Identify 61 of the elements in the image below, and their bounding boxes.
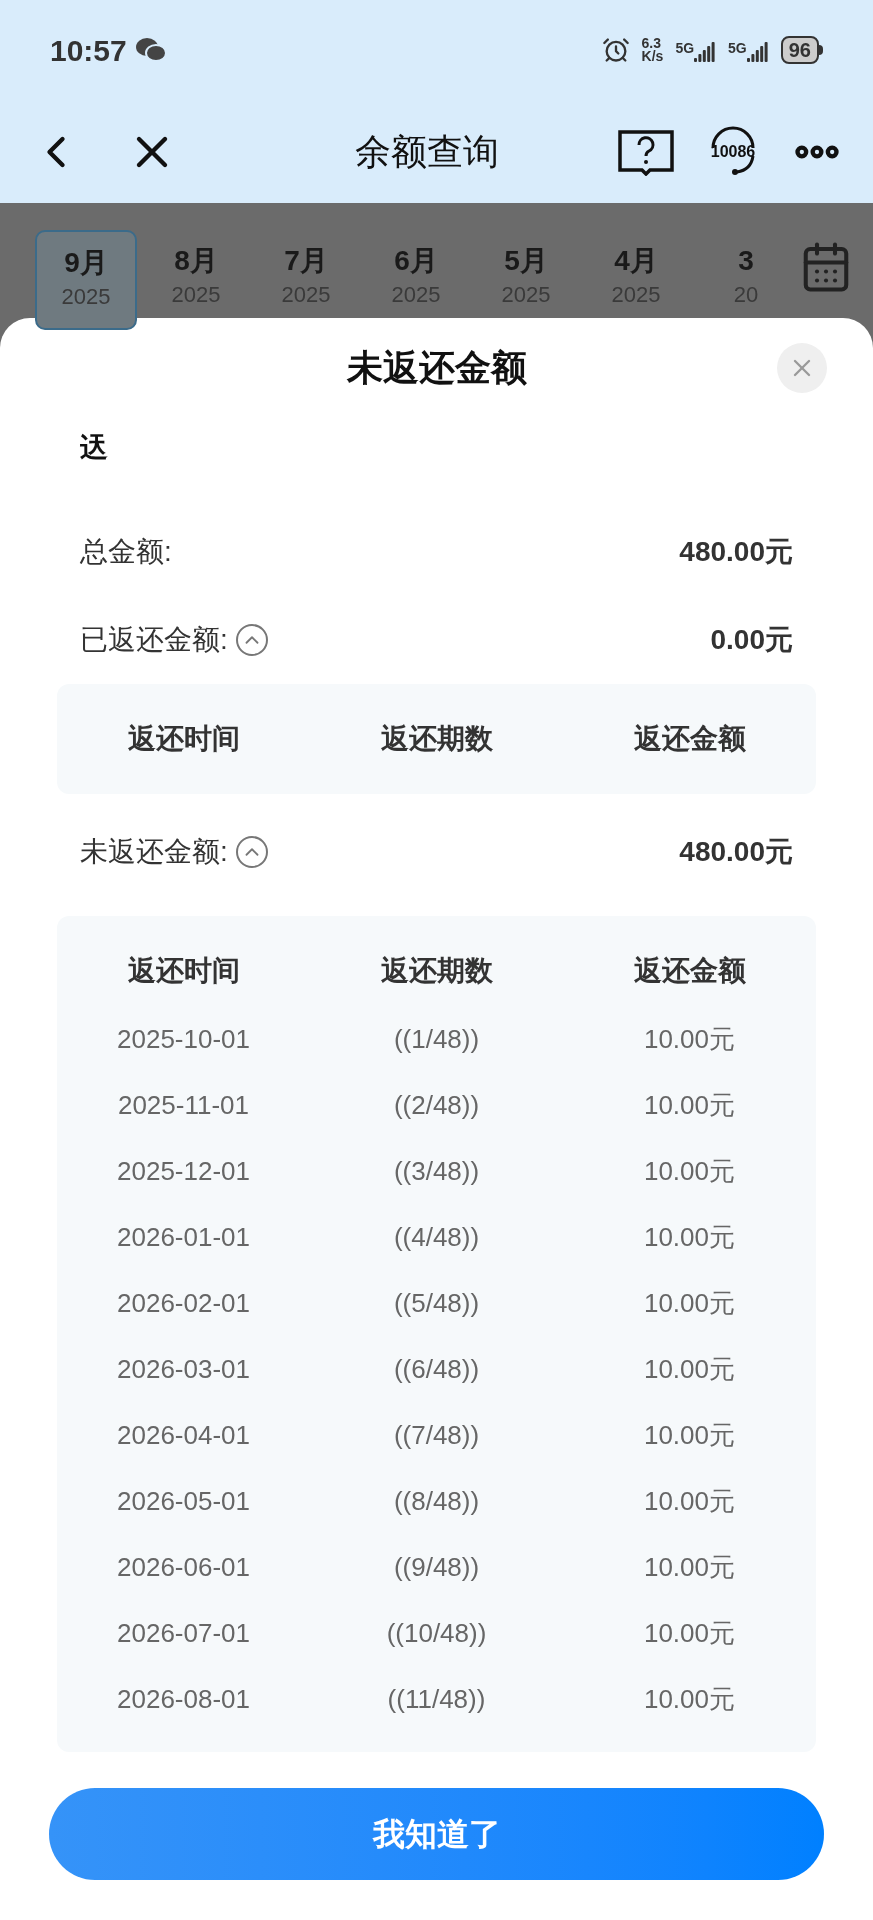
table-cell-text: 10.00元 — [642, 1682, 737, 1716]
row-value: 480.00元 — [679, 835, 793, 869]
table-cell-text: ((9/48)) — [392, 1550, 481, 1584]
table-cell-text: 10.00元 — [642, 1418, 737, 1452]
network-speed: 6.3 — [641, 37, 662, 50]
table-cell-text: ((11/48)) — [386, 1682, 487, 1716]
table-cell-text: 2026-04-01 — [116, 1418, 251, 1452]
table-cell-text: 2026-07-01 — [116, 1616, 251, 1650]
row-value: 480.00元 — [679, 535, 793, 569]
column-header: 返还金额 — [632, 954, 747, 988]
battery-level: 96 — [780, 36, 819, 64]
table-cell-text: 10.00元 — [642, 1286, 737, 1320]
table-cell-text: 2026-03-01 — [116, 1352, 251, 1386]
network-type: 5G — [675, 39, 695, 58]
table-cell-text: 2026-08-01 — [116, 1682, 251, 1716]
month-tab[interactable]: 9月 2025 — [35, 230, 137, 330]
collapse-icon[interactable] — [235, 836, 268, 868]
table-cell-text: ((8/48)) — [392, 1484, 481, 1518]
table-cell-text: 2025-11-01 — [116, 1088, 251, 1122]
table-cell-text: 10.00元 — [642, 1220, 737, 1254]
row-value: 0.00元 — [710, 623, 793, 657]
table-cell-text: ((4/48)) — [392, 1220, 481, 1254]
table-cell-text: 10.00元 — [642, 1352, 737, 1386]
collapse-icon[interactable] — [235, 624, 268, 656]
table-cell-text: 2026-06-01 — [116, 1550, 251, 1584]
network-type: 5G — [728, 39, 747, 58]
page-title: 余额查询 — [355, 129, 499, 174]
table-cell-text: 10.00元 — [642, 1550, 737, 1584]
subtitle: 迗 — [80, 431, 108, 465]
speed-unit: K/s — [641, 50, 664, 63]
sheet-title: 未返还金额 — [346, 346, 527, 390]
row-label: 总金额: — [80, 535, 172, 569]
table-cell-text: 2026-01-01 — [116, 1220, 251, 1254]
column-header: 返还金额 — [632, 722, 747, 756]
alarm-icon — [601, 36, 630, 64]
table-cell-text: 10.00元 — [642, 1616, 737, 1650]
table-cell-text: ((6/48)) — [392, 1352, 481, 1386]
table-cell-text: ((2/48)) — [392, 1088, 481, 1122]
table-cell-text: 2025-12-01 — [116, 1154, 251, 1188]
table-cell-text: 10.00元 — [642, 1154, 737, 1188]
table-cell-text: ((10/48)) — [385, 1616, 488, 1650]
table-cell-text: ((3/48)) — [392, 1154, 481, 1188]
table-cell-text: 2026-05-01 — [116, 1484, 251, 1518]
column-header: 返还期数 — [379, 954, 494, 988]
table-cell-text: 10.00元 — [642, 1022, 737, 1056]
battery-tip-icon — [819, 45, 823, 55]
chat-icon — [134, 37, 167, 63]
column-header: 返还时间 — [126, 954, 241, 988]
table-cell-text: ((5/48)) — [392, 1286, 481, 1320]
row-label: 已返还金额: — [80, 623, 228, 657]
row-label: 未返还金额: — [80, 835, 228, 869]
table-cell-text: 10.00元 — [642, 1484, 737, 1518]
status-time: 10:57 — [50, 32, 127, 69]
confirm-button[interactable]: 我知道了 — [49, 1788, 824, 1880]
table-cell-text: 2026-02-01 — [116, 1286, 251, 1320]
column-header: 返还时间 — [126, 722, 241, 756]
table-cell-text: ((1/48)) — [392, 1022, 481, 1056]
table-cell-text: 10.00元 — [642, 1088, 737, 1122]
table-cell-text: 2025-10-01 — [116, 1022, 251, 1056]
column-header: 返还期数 — [379, 722, 494, 756]
table-cell-text: ((7/48)) — [392, 1418, 481, 1452]
